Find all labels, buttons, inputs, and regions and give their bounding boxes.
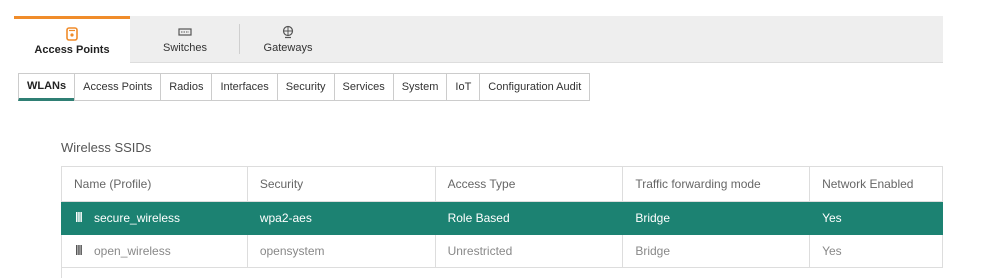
ssid-name: open_wireless <box>94 243 171 258</box>
tab-access-points[interactable]: Access Points <box>14 16 130 63</box>
cell-name: secure_wireless <box>61 201 248 235</box>
config-subtabs: WLANs Access Points Radios Interfaces Se… <box>18 73 591 101</box>
cell-forwarding-mode: Bridge <box>622 201 811 235</box>
cell-access-type: Unrestricted <box>434 234 624 268</box>
subtab-interfaces[interactable]: Interfaces <box>211 73 278 101</box>
tab-switches[interactable]: Switches <box>130 16 240 62</box>
ssid-name: secure_wireless <box>94 210 181 225</box>
column-header-network-enabled[interactable]: Network Enabled <box>809 166 943 202</box>
table-row[interactable]: secure_wireless wpa2-aes Role Based Brid… <box>61 201 943 235</box>
subtab-configuration-audit[interactable]: Configuration Audit <box>479 73 591 101</box>
cell-name: open_wireless <box>61 234 248 268</box>
subtab-access-points[interactable]: Access Points <box>74 73 162 101</box>
access-point-icon <box>66 26 78 41</box>
subtab-services[interactable]: Services <box>333 73 394 101</box>
subtab-security[interactable]: Security <box>276 73 335 101</box>
cell-network-enabled: Yes <box>809 201 943 235</box>
column-header-forwarding-mode[interactable]: Traffic forwarding mode <box>622 166 811 202</box>
tab-label: Access Points <box>34 43 110 56</box>
cell-network-enabled: Yes <box>809 234 943 268</box>
subtab-iot[interactable]: IoT <box>446 73 481 101</box>
section-title: Wireless SSIDs <box>61 140 152 155</box>
table-continuation-border <box>61 266 62 278</box>
column-header-access-type[interactable]: Access Type <box>434 166 624 202</box>
cell-security: opensystem <box>246 234 436 268</box>
cell-access-type: Role Based <box>434 201 624 235</box>
column-header-security[interactable]: Security <box>246 166 436 202</box>
tab-label: Switches <box>162 41 208 54</box>
tab-label: Gateways <box>263 41 313 54</box>
drag-handle-icon[interactable] <box>76 244 82 258</box>
gateway-icon <box>281 25 295 39</box>
drag-handle-icon[interactable] <box>76 211 82 225</box>
subtab-radios[interactable]: Radios <box>160 73 213 101</box>
switch-icon <box>178 25 192 39</box>
subtab-wlans[interactable]: WLANs <box>18 73 76 101</box>
tab-gateways[interactable]: Gateways <box>240 16 336 62</box>
ssid-table: Name (Profile) Security Access Type Traf… <box>61 166 943 268</box>
table-row[interactable]: open_wireless opensystem Unrestricted Br… <box>61 234 943 268</box>
subtab-system[interactable]: System <box>392 73 448 101</box>
device-type-tabs: Access Points Switches Gateways <box>14 16 943 63</box>
table-header-row: Name (Profile) Security Access Type Traf… <box>61 166 943 202</box>
column-header-name[interactable]: Name (Profile) <box>61 166 248 202</box>
cell-security: wpa2-aes <box>246 201 436 235</box>
cell-forwarding-mode: Bridge <box>622 234 811 268</box>
